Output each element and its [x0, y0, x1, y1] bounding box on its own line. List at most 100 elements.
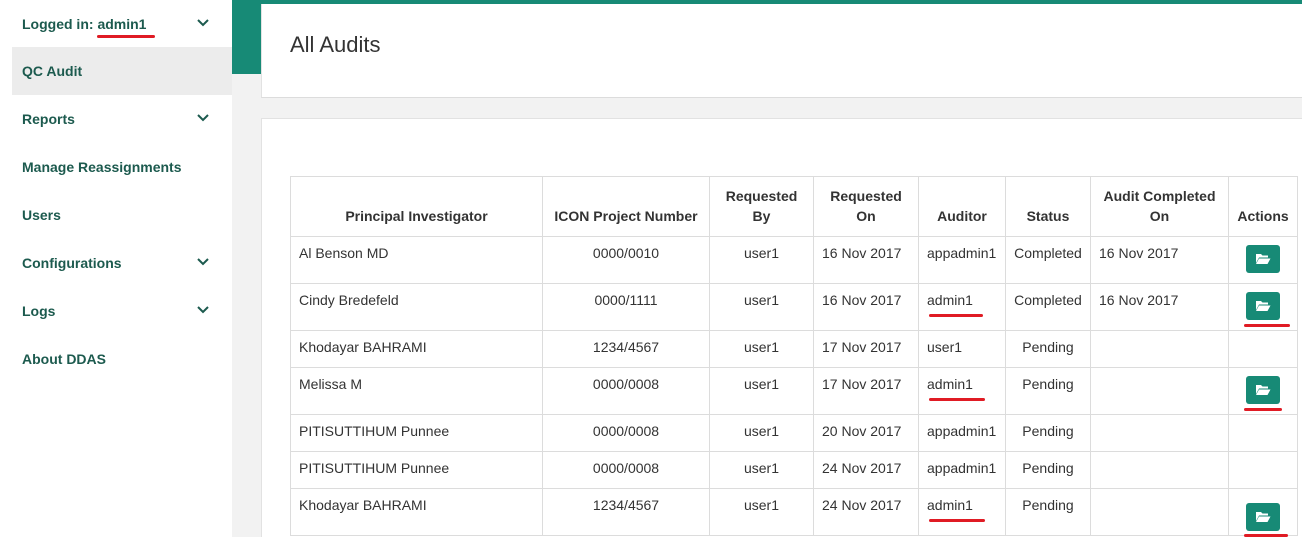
pi-cell: Melissa M [290, 367, 543, 415]
sidebar-item-users[interactable]: Users [12, 191, 232, 239]
sidebar-item-qc-audit[interactable]: QC Audit [12, 47, 232, 95]
column-header[interactable]: Principal Investigator [290, 176, 543, 237]
project-cell: 1234/4567 [542, 330, 710, 368]
sidebar-item-label: QC Audit [22, 63, 83, 79]
actions-cell [1228, 236, 1298, 284]
requested-on-cell: 24 Nov 2017 [813, 451, 919, 489]
chevron-down-icon[interactable] [196, 111, 210, 125]
open-audit-button[interactable] [1246, 376, 1280, 404]
annotation-underline [929, 519, 985, 522]
status-cell: Pending [1005, 414, 1091, 452]
requested-on-cell: 20 Nov 2017 [813, 414, 919, 452]
table-row: PITISUTTIHUM Punnee 0000/0008 user1 20 N… [290, 414, 1298, 452]
table-row: Al Benson MD 0000/0010 user1 16 Nov 2017… [290, 236, 1298, 284]
sidebar-item-manage-reassignments[interactable]: Manage Reassignments [12, 143, 232, 191]
chevron-down-icon[interactable] [196, 303, 210, 317]
project-cell: 0000/0010 [542, 236, 710, 284]
logged-in-label: Logged in: [22, 16, 94, 32]
requested-by-cell: user1 [709, 367, 814, 415]
requested-on-cell: 24 Nov 2017 [813, 488, 919, 536]
sidebar-item-label: Configurations [22, 255, 122, 271]
audits-table: Principal Investigator ICON Project Numb… [290, 176, 1298, 537]
auditor-cell: user1 [918, 330, 1006, 368]
column-header[interactable]: Requested By [709, 176, 814, 237]
status-cell: Pending [1005, 488, 1091, 536]
project-cell: 1234/4567 [542, 488, 710, 536]
table-header-row: Principal Investigator ICON Project Numb… [290, 176, 1298, 237]
requested-on-cell: 16 Nov 2017 [813, 236, 919, 284]
pi-cell: PITISUTTIHUM Punnee [290, 451, 543, 489]
auditor-name: admin1 [927, 292, 973, 308]
pi-cell: Khodayar BAHRAMI [290, 330, 543, 368]
actions-cell [1228, 414, 1298, 452]
column-header[interactable]: Status [1005, 176, 1091, 237]
header-card: All Audits [261, 4, 1302, 98]
sidebar-item-label: Manage Reassignments [22, 159, 182, 175]
folder-open-icon [1256, 512, 1271, 522]
column-header[interactable]: ICON Project Number [542, 176, 710, 237]
requested-by-cell: user1 [709, 283, 814, 331]
open-audit-button[interactable] [1246, 292, 1280, 320]
annotation-underline [929, 314, 983, 317]
chevron-down-icon[interactable] [196, 255, 210, 269]
auditor-cell: admin1 [918, 488, 1006, 536]
status-cell: Pending [1005, 451, 1091, 489]
status-cell: Pending [1005, 367, 1091, 415]
sidebar-item-logs[interactable]: Logs [12, 287, 232, 335]
auditor-cell: appadmin1 [918, 414, 1006, 452]
annotation-underline [1244, 408, 1282, 411]
completed-on-cell [1090, 451, 1229, 489]
status-cell: Completed [1005, 236, 1091, 284]
chevron-down-icon[interactable] [196, 16, 210, 30]
page-title: All Audits [290, 32, 381, 57]
sidebar-item-about-ddas[interactable]: About DDAS [12, 335, 232, 383]
requested-on-cell: 17 Nov 2017 [813, 330, 919, 368]
project-cell: 0000/0008 [542, 414, 710, 452]
column-header[interactable]: Requested On [813, 176, 919, 237]
sidebar-item-configurations[interactable]: Configurations [12, 239, 232, 287]
completed-on-cell [1090, 488, 1229, 536]
auditor-name: admin1 [927, 376, 973, 392]
logged-in-menu[interactable]: Logged in: admin1 [12, 0, 232, 48]
sidebar-item-label: About DDAS [22, 351, 106, 367]
table-row: Cindy Bredefeld 0000/1111 user1 16 Nov 2… [290, 283, 1298, 331]
annotation-underline [1244, 324, 1290, 327]
annotation-underline [97, 35, 155, 38]
requested-on-cell: 16 Nov 2017 [813, 283, 919, 331]
actions-cell [1228, 451, 1298, 489]
pi-cell: Khodayar BAHRAMI [290, 488, 543, 536]
completed-on-cell: 16 Nov 2017 [1090, 236, 1229, 284]
open-audit-button[interactable] [1246, 245, 1280, 273]
table-row: PITISUTTIHUM Punnee 0000/0008 user1 24 N… [290, 451, 1298, 489]
requested-by-cell: user1 [709, 488, 814, 536]
sidebar-item-label: Logs [22, 303, 56, 319]
status-cell: Pending [1005, 330, 1091, 368]
table-row: Melissa M 0000/0008 user1 17 Nov 2017 ad… [290, 367, 1298, 415]
column-header[interactable]: Auditor [918, 176, 1006, 237]
folder-open-icon [1256, 301, 1271, 311]
table-row: Khodayar BAHRAMI 1234/4567 user1 24 Nov … [290, 488, 1298, 537]
completed-on-cell: 16 Nov 2017 [1090, 283, 1229, 331]
logged-in-user: admin1 [97, 16, 147, 32]
annotation-underline [929, 398, 985, 401]
completed-on-cell [1090, 330, 1229, 368]
status-cell: Completed [1005, 283, 1091, 331]
auditor-cell: admin1 [918, 367, 1006, 415]
project-cell: 0000/0008 [542, 367, 710, 415]
sidebar-item-label: Users [22, 207, 61, 223]
actions-cell [1228, 283, 1298, 331]
sidebar: Logged in: admin1 QC Audit Reports Manag… [0, 0, 232, 537]
table-row: Khodayar BAHRAMI 1234/4567 user1 17 Nov … [290, 330, 1298, 368]
open-audit-button[interactable] [1246, 503, 1280, 531]
column-header[interactable]: Audit Completed On [1090, 176, 1229, 237]
project-cell: 0000/0008 [542, 451, 710, 489]
actions-cell [1228, 330, 1298, 368]
actions-cell [1228, 488, 1298, 537]
pi-cell: Al Benson MD [290, 236, 543, 284]
requested-on-cell: 17 Nov 2017 [813, 367, 919, 415]
completed-on-cell [1090, 367, 1229, 415]
sidebar-item-reports[interactable]: Reports [12, 95, 232, 143]
requested-by-cell: user1 [709, 236, 814, 284]
requested-by-cell: user1 [709, 451, 814, 489]
folder-open-icon [1256, 254, 1271, 264]
